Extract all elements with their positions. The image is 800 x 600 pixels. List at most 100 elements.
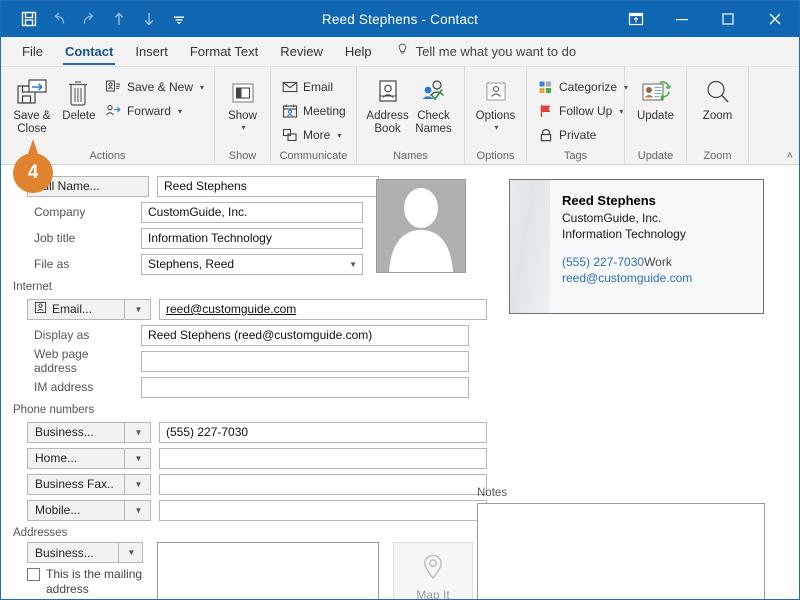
follow-up-button[interactable]: Follow Up ▾	[533, 99, 632, 123]
full-name-input[interactable]: Reed Stephens	[157, 175, 379, 197]
tab-review[interactable]: Review	[269, 36, 334, 66]
maximize-button[interactable]	[705, 1, 751, 37]
tab-file[interactable]: File	[11, 36, 54, 66]
company-label: Company	[34, 205, 86, 219]
forward-button[interactable]: Forward ▾	[101, 99, 208, 123]
tab-format-text[interactable]: Format Text	[179, 36, 269, 66]
phone-type-dropdown-business-fax[interactable]: ▼	[125, 473, 151, 495]
file-as-combobox[interactable]: Stephens, Reed ▼	[141, 253, 363, 275]
meeting-button[interactable]: Meeting	[277, 99, 350, 123]
phone-input-business[interactable]: (555) 227-7030	[159, 421, 487, 443]
next-item-icon[interactable]	[135, 5, 163, 33]
web-page-address-input[interactable]	[141, 350, 469, 372]
display-as-label: Display as	[34, 328, 90, 342]
address-book-button[interactable]: Address Book	[365, 72, 411, 136]
phone-input-mobile[interactable]	[159, 499, 487, 521]
contact-form: Full Name... Reed Stephens Company Custo…	[1, 165, 799, 600]
more-button[interactable]: More ▾	[277, 123, 350, 147]
mailing-address-checkbox[interactable]	[27, 568, 40, 581]
ribbon-group-names: Address Book Check Names Names	[357, 67, 465, 164]
check-names-button[interactable]: Check Names	[411, 72, 457, 136]
mailing-address-checkbox-row[interactable]: This is the mailing address	[27, 567, 149, 597]
email-type-label: Email...	[52, 302, 93, 316]
ribbon: Save & Close Delete Save & New ▾ Forward…	[1, 67, 799, 165]
tell-me-label: Tell me what you want to do	[415, 43, 577, 59]
save-and-new-button[interactable]: Save & New ▾	[101, 75, 208, 99]
tab-help[interactable]: Help	[334, 36, 383, 66]
collapse-ribbon-button[interactable]: ˄	[787, 150, 793, 162]
redo-icon[interactable]	[75, 5, 103, 33]
im-address-input[interactable]	[141, 376, 469, 398]
contact-photo-placeholder[interactable]	[376, 179, 466, 273]
card-email: reed@customguide.com	[562, 271, 693, 286]
phone-row-business: Business... ▼ (555) 227-7030	[11, 419, 789, 445]
address-type-button[interactable]: Business...	[27, 542, 119, 563]
lock-icon	[537, 127, 554, 143]
phone-type-button-mobile[interactable]: Mobile...	[27, 499, 125, 521]
chevron-down-icon[interactable]: ▾	[337, 131, 341, 140]
customize-quick-access-icon[interactable]	[165, 5, 193, 33]
chevron-down-icon[interactable]: ▾	[200, 83, 204, 92]
phone-type-button-business[interactable]: Business...	[27, 421, 125, 443]
tab-label: File	[22, 43, 43, 59]
private-button[interactable]: Private	[533, 123, 632, 147]
minimize-button[interactable]	[659, 1, 705, 37]
phone-input-business-fax[interactable]	[159, 473, 487, 495]
tab-label: Format Text	[189, 43, 259, 59]
button-label: More	[303, 128, 331, 142]
company-value: CustomGuide, Inc.	[148, 205, 248, 219]
button-label: Show	[228, 110, 257, 122]
company-input[interactable]: CustomGuide, Inc.	[141, 201, 363, 223]
ribbon-display-options-button[interactable]	[613, 1, 659, 37]
phone-type-dropdown-business[interactable]: ▼	[125, 421, 151, 443]
chevron-down-icon[interactable]: ▾	[494, 123, 498, 132]
categorize-button[interactable]: Categorize ▾	[533, 75, 632, 99]
phone-type-dropdown-mobile[interactable]: ▼	[125, 499, 151, 521]
tell-me-search[interactable]: Tell me what you want to do	[383, 36, 576, 66]
show-button[interactable]: Show ▾	[221, 72, 264, 132]
save-icon[interactable]	[15, 5, 43, 33]
card-job-title: Information Technology	[562, 226, 686, 241]
button-label: Forward	[126, 104, 171, 118]
undo-icon[interactable]	[45, 5, 73, 33]
update-contact-icon	[640, 76, 672, 110]
notes-textarea[interactable]	[477, 503, 765, 599]
ribbon-group-show: Show ▾ Show	[215, 67, 271, 164]
im-address-label: IM address	[34, 380, 94, 394]
phone-type-button-business-fax[interactable]: Business Fax..	[27, 473, 125, 495]
email-button[interactable]: Email	[277, 75, 350, 99]
tab-contact[interactable]: Contact	[54, 36, 124, 66]
job-title-input[interactable]: Information Technology	[141, 227, 363, 249]
address-type-dropdown[interactable]: ▼	[118, 542, 143, 563]
update-button[interactable]: Update	[631, 72, 680, 123]
phone-input-home[interactable]	[159, 447, 487, 469]
business-card-preview[interactable]: Reed Stephens CustomGuide, Inc. Informat…	[509, 179, 764, 314]
save-and-close-button[interactable]: Save & Close	[7, 72, 57, 136]
envelope-icon	[281, 79, 298, 95]
email-type-dropdown[interactable]: ▼	[125, 298, 151, 320]
zoom-button[interactable]: Zoom	[693, 72, 742, 123]
chevron-down-icon[interactable]: ▾	[619, 107, 623, 116]
phone-type-dropdown-home[interactable]: ▼	[125, 447, 151, 469]
close-button[interactable]	[751, 1, 799, 37]
display-as-input[interactable]: Reed Stephens (reed@customguide.com)	[141, 324, 469, 346]
step-number-badge: 4	[13, 139, 53, 193]
email-input[interactable]: reed@customguide.com	[159, 298, 487, 320]
group-label: Tags	[563, 150, 588, 162]
phone-type-label: Business...	[35, 425, 94, 439]
delete-button[interactable]: Delete	[57, 72, 101, 123]
options-button[interactable]: Options ▾	[471, 72, 520, 132]
chevron-down-icon[interactable]: ▾	[241, 123, 245, 132]
address-textarea[interactable]	[157, 542, 379, 599]
chevron-down-icon[interactable]: ▾	[178, 107, 182, 116]
previous-item-icon[interactable]	[105, 5, 133, 33]
web-page-address-row: Web page address	[11, 347, 789, 375]
chevron-down-icon[interactable]: ▼	[349, 260, 357, 269]
button-label: Categorize	[559, 80, 618, 94]
map-it-button[interactable]: Map It	[393, 542, 473, 600]
email-type-button[interactable]: Email...	[27, 298, 125, 320]
tab-insert[interactable]: Insert	[124, 36, 179, 66]
chevron-down-icon: ▼	[134, 453, 143, 463]
phone-type-button-home[interactable]: Home...	[27, 447, 125, 469]
map-it-label: Map It	[416, 587, 450, 600]
